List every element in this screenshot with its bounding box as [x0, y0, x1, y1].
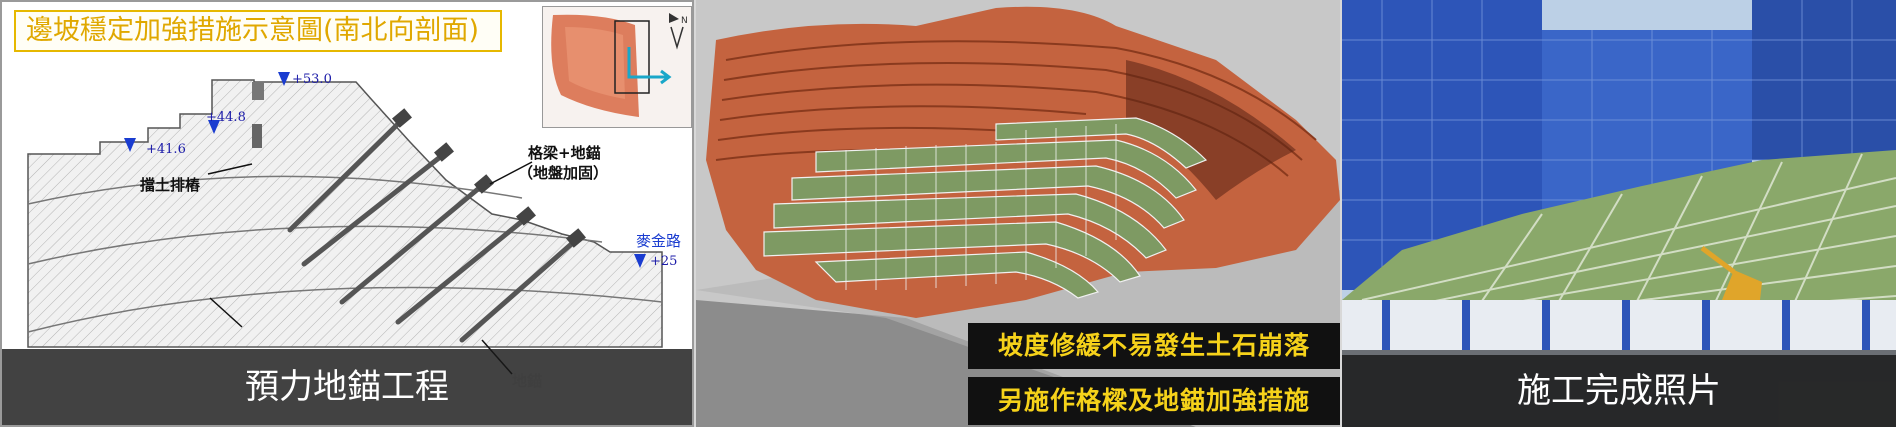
elevation-416: +41.6: [146, 142, 186, 157]
caption-line-2: 另施作格樑及地錨加強措施: [968, 377, 1340, 425]
elevation-448: +44.8: [206, 110, 246, 125]
panel1-caption: 預力地錨工程: [2, 349, 692, 425]
svg-text:N: N: [681, 16, 688, 26]
inset-plan-map: N: [542, 6, 692, 128]
elevation-marker-icon: [634, 254, 646, 268]
retaining-pile-label: 擋土排樁: [140, 176, 201, 194]
caption-line-1: 坡度修緩不易發生土石崩落: [968, 323, 1340, 369]
pile-cap: [252, 82, 264, 100]
diagram-title: 邊坡穩定加強措施示意圖(南北向剖面): [14, 10, 502, 52]
model-render-panel: 坡度修緩不易發生土石崩落 另施作格樑及地錨加強措施: [696, 0, 1340, 427]
inset-map-drawing: N: [543, 7, 691, 127]
ground-reinforce-label: （地盤加固）: [518, 164, 609, 182]
elevation-marker-icon: [124, 138, 136, 152]
cross-section-panel: 邊坡穩定加強措施示意圖(南北向剖面) N +53.0 +44.8 +41.6 +…: [0, 0, 694, 427]
elevation-53: +53.0: [292, 72, 332, 87]
beam-anchor-label: 格梁+地錨: [528, 144, 601, 162]
retaining-pile: [252, 124, 262, 148]
panel3-caption: 施工完成照片: [1342, 355, 1896, 427]
elevation-25: +25: [650, 254, 678, 269]
site-fence: [1342, 300, 1896, 352]
elevation-marker-icon: [278, 72, 290, 86]
road-label: 麥金路: [636, 232, 682, 250]
completion-photo-panel: 施工完成照片: [1342, 0, 1896, 427]
